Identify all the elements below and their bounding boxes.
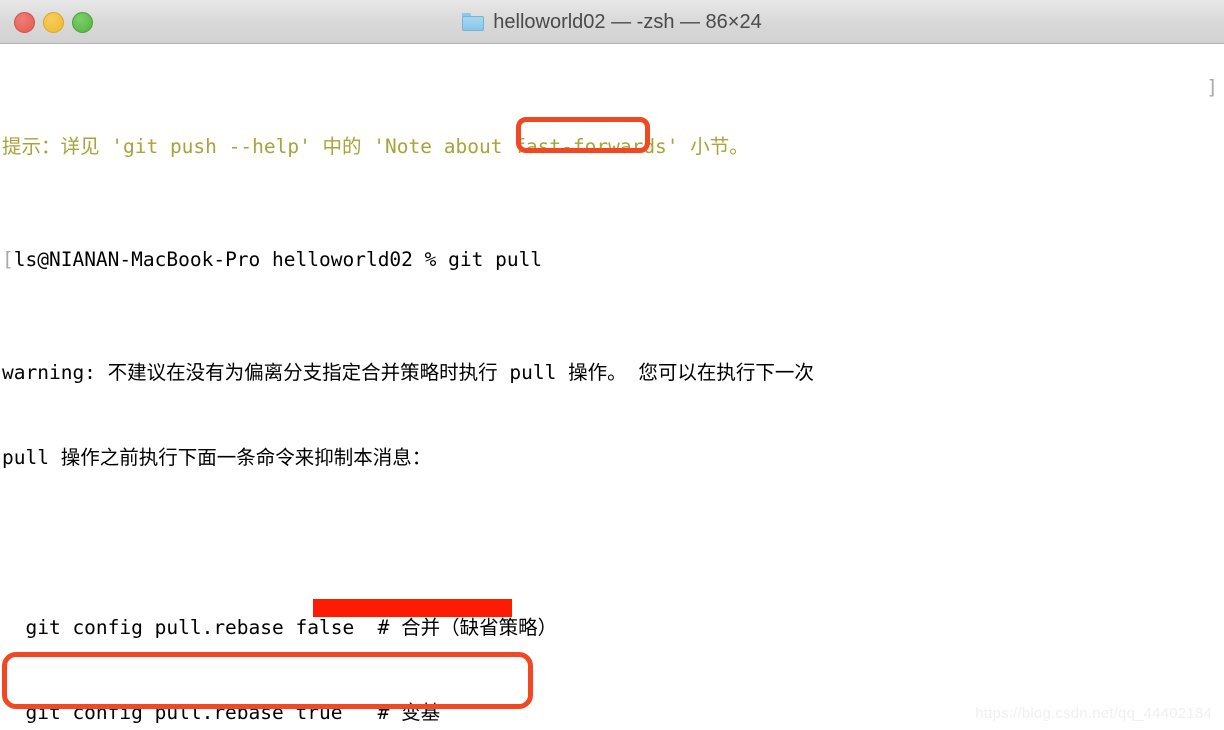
prompt-command-text: ls@NIANAN-MacBook-Pro helloworld02 % git…	[13, 248, 543, 272]
minimize-button[interactable]	[43, 11, 64, 33]
terminal-line: git config pull.rebase true # 变基	[2, 700, 441, 724]
watermark: https://blog.csdn.net/qq_44402184	[975, 705, 1212, 722]
maximize-button[interactable]	[72, 11, 93, 33]
window-title-group: helloworld02 — -zsh — 86×24	[0, 0, 1224, 44]
terminal-body[interactable]: 提示：详见 'git push --help' 中的 'Note about f…	[0, 44, 1224, 730]
folder-icon	[462, 13, 485, 31]
close-button[interactable]	[14, 11, 35, 33]
terminal-line: warning: 不建议在没有为偏离分支指定合并策略时执行 pull 操作。 您…	[2, 361, 814, 385]
terminal-line: pull 操作之前执行下面一条命令来抑制本消息：	[2, 446, 432, 470]
terminal-line: 提示：详见 'git push --help' 中的 'Note about f…	[2, 134, 749, 158]
right-bracket: ]	[1206, 76, 1218, 99]
terminal-screen: 提示：详见 'git push --help' 中的 'Note about f…	[0, 44, 814, 730]
window-controls	[14, 0, 93, 44]
terminal-line: git config pull.rebase false # 合并（缺省策略）	[2, 615, 558, 639]
terminal-line-prompt-command: [ls@NIANAN-MacBook-Pro helloworld02 % gi…	[0, 246, 814, 274]
left-bracket: [	[2, 248, 14, 272]
window-title: helloworld02 — -zsh — 86×24	[493, 10, 762, 33]
window-titlebar[interactable]: helloworld02 — -zsh — 86×24	[0, 0, 1224, 44]
terminal-window: helloworld02 — -zsh — 86×24 提示：详见 'git p…	[0, 0, 1224, 730]
